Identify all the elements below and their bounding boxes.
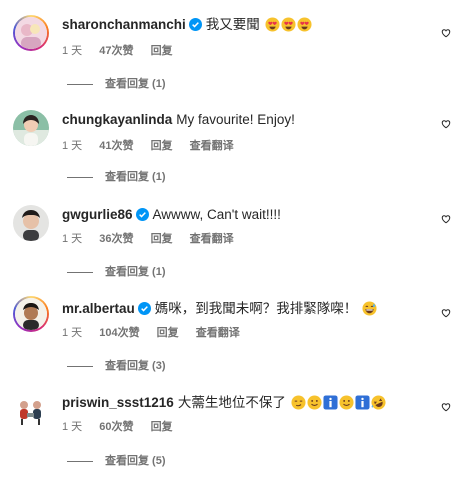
reply-button[interactable]: 回复 [151,45,173,57]
view-replies-label: 查看回复 (1) [105,266,166,278]
heart-eyes-emoji [265,17,280,37]
like-heart-icon[interactable] [441,119,451,129]
comment-line: sharonchanmanchi 我又要聞 [62,16,432,37]
like-heart-icon[interactable] [441,28,451,38]
comment-time[interactable]: 1 天 [62,421,82,433]
username[interactable]: mr.albertau [62,301,135,316]
grinning-sweat-emoji [362,301,377,321]
reply-button[interactable]: 回复 [151,233,173,245]
comment-meta: 1 天 60次赞 回复 [62,418,187,434]
info-emoji [323,395,338,415]
view-replies-label: 查看回复 (1) [105,78,166,90]
comment-time[interactable]: 1 天 [62,140,82,152]
like-count[interactable]: 104次赞 [99,327,139,339]
comment-line: gwgurlie86 Awwww, Can't wait!!!! [62,206,432,224]
comment-text: Awwww, Can't wait!!!! [152,207,281,222]
comment-time[interactable]: 1 天 [62,327,82,339]
comment-time[interactable]: 1 天 [62,45,82,57]
verified-badge-icon [137,302,151,315]
verified-badge-icon [188,18,202,31]
comment-meta: 1 天 41次赞 回复 查看翻译 [62,137,248,153]
view-replies-label: 查看回复 (1) [105,171,166,183]
divider [67,365,93,367]
avatar[interactable] [13,110,49,146]
like-heart-icon[interactable] [441,214,451,224]
comment-meta: 1 天 104次赞 回复 查看翻译 [62,324,254,340]
like-count[interactable]: 60次赞 [99,421,133,433]
username[interactable]: gwgurlie86 [62,207,133,222]
comment-meta: 1 天 47次赞 回复 [62,42,187,58]
view-replies-label: 查看回复 (3) [105,360,166,372]
smirk-emoji [291,395,306,415]
avatar[interactable] [13,15,49,51]
username[interactable]: sharonchanmanchi [62,17,186,32]
rofl-emoji [371,395,386,415]
username[interactable]: chungkayanlinda [62,112,172,127]
slight-smile-emoji [307,395,322,415]
view-replies-button[interactable]: 查看回复 (3) [67,357,166,373]
view-replies-button[interactable]: 查看回复 (1) [67,75,166,91]
comment-text: 我又要聞 [205,17,260,32]
reply-button[interactable]: 回复 [157,327,179,339]
comment-meta: 1 天 36次赞 回复 查看翻译 [62,230,248,246]
comment-list: sharonchanmanchi 我又要聞 1 天 47次赞 回复 查看回复 (1… [0,0,453,477]
see-translation-button[interactable]: 查看翻译 [196,327,240,339]
comment-text: My favourite! Enjoy! [176,112,295,127]
divider [67,83,93,85]
view-replies-label: 查看回复 (5) [105,455,166,467]
heart-eyes-emoji [281,17,296,37]
avatar[interactable] [13,296,49,332]
divider [67,460,93,462]
avatar[interactable] [13,205,49,241]
heart-eyes-emoji [297,17,312,37]
like-heart-icon[interactable] [441,402,451,412]
slight-smile-emoji [339,395,354,415]
username[interactable]: priswin_ssst1216 [62,395,174,410]
reply-button[interactable]: 回复 [151,421,173,433]
info-emoji [355,395,370,415]
comment-line: mr.albertau 媽咪，到我聞未啊？我排緊隊㗎！ [62,300,432,321]
like-count[interactable]: 41次赞 [99,140,133,152]
comment-time[interactable]: 1 天 [62,233,82,245]
comment-line: chungkayanlinda My favourite! Enjoy! [62,111,432,129]
view-replies-button[interactable]: 查看回复 (1) [67,263,166,279]
avatar[interactable] [13,393,49,429]
divider [67,271,93,273]
verified-badge-icon [135,208,149,221]
comment-line: priswin_ssst1216 大薷生地位不保了 [62,394,432,415]
divider [67,176,93,178]
view-replies-button[interactable]: 查看回复 (1) [67,168,166,184]
see-translation-button[interactable]: 查看翻译 [190,233,234,245]
comment-text: 大薷生地位不保了 [177,395,286,410]
comment-text: 媽咪，到我聞未啊？我排緊隊㗎！ [154,301,358,316]
see-translation-button[interactable]: 查看翻译 [190,140,234,152]
like-heart-icon[interactable] [441,308,451,318]
like-count[interactable]: 36次赞 [99,233,133,245]
reply-button[interactable]: 回复 [151,140,173,152]
view-replies-button[interactable]: 查看回复 (5) [67,452,166,468]
like-count[interactable]: 47次赞 [99,45,133,57]
